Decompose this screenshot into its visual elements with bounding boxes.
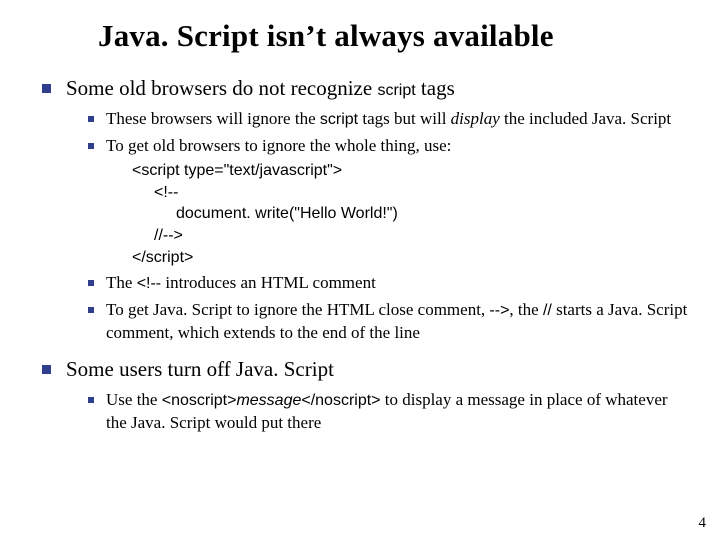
b2s1-pre: Use the (106, 390, 162, 409)
b1s4-code2: // (543, 302, 552, 319)
b1s1-mid: tags but will (358, 109, 451, 128)
bullet-2-sub-1: Use the <noscript>message</noscript> to … (84, 389, 690, 435)
b1s4-mid: , the (509, 300, 543, 319)
b1s3-code: <!-- (137, 275, 161, 292)
slide: Java. Script isn’t always available Some… (0, 0, 720, 540)
b1s2-text: To get old browsers to ignore the whole … (106, 136, 451, 155)
code-line-4: //--> (132, 225, 690, 247)
code-block: <script type="text/javascript"> <!-- doc… (132, 160, 690, 268)
bullet-1-code: script (377, 82, 415, 99)
b1s1-post: the included Java. Script (500, 109, 671, 128)
code-line-5: </script> (132, 247, 690, 269)
bullet-1: Some old browsers do not recognize scrip… (36, 74, 690, 345)
code-line-3: document. write("Hello World!") (132, 203, 690, 225)
bullet-1-sub-1: These browsers will ignore the script ta… (84, 108, 690, 131)
b1s3-post: introduces an HTML comment (161, 273, 376, 292)
bullet-1-pre: Some old browsers do not recognize (66, 76, 377, 100)
code-line-1: <script type="text/javascript"> (132, 160, 690, 182)
bullet-2: Some users turn off Java. Script Use the… (36, 355, 690, 435)
bullet-1-post: tags (416, 76, 455, 100)
bullet-1-sub-4: To get Java. Script to ignore the HTML c… (84, 299, 690, 345)
bullet-2-sublist: Use the <noscript>message</noscript> to … (84, 389, 690, 435)
bullet-2-text: Some users turn off Java. Script (66, 357, 334, 381)
bullet-1-sub-3: The <!-- introduces an HTML comment (84, 272, 690, 295)
b1s1-code: script (320, 111, 358, 128)
b2s1-ital: message (236, 392, 301, 409)
bullet-1-sub-2: To get old browsers to ignore the whole … (84, 135, 690, 268)
b1s4-pre: To get Java. Script to ignore the HTML c… (106, 300, 489, 319)
b2s1-code1: <noscript> (162, 392, 237, 409)
b1s3-pre: The (106, 273, 137, 292)
slide-title: Java. Script isn’t always available (98, 18, 690, 54)
b1s4-code1: --> (489, 302, 509, 319)
b1s1-ital: display (451, 109, 500, 128)
code-line-2: <!-- (132, 182, 690, 204)
bullet-1-sublist: These browsers will ignore the script ta… (84, 108, 690, 345)
bullet-list-level1: Some old browsers do not recognize scrip… (36, 74, 690, 435)
page-number: 4 (699, 515, 707, 532)
b2s1-code2: </noscript> (301, 392, 380, 409)
b1s1-pre: These browsers will ignore the (106, 109, 320, 128)
